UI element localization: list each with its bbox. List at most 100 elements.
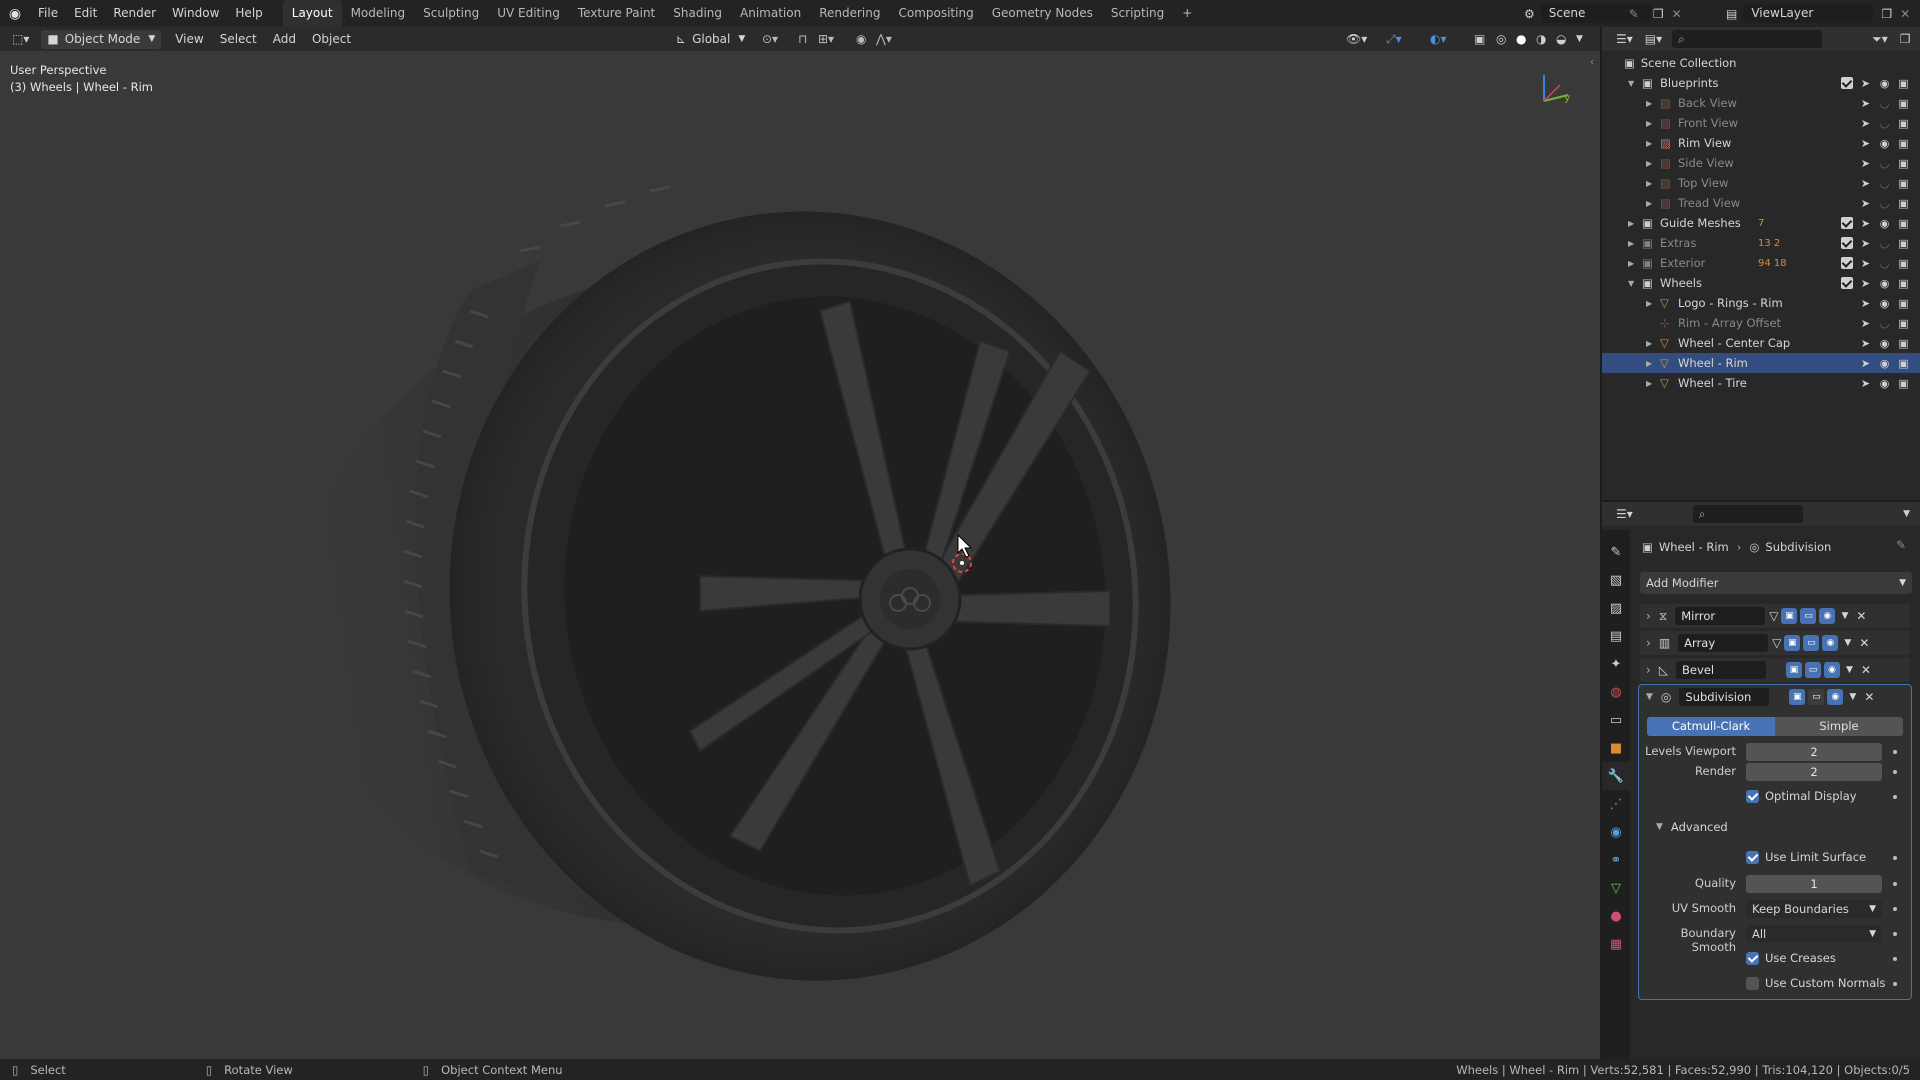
outliner-row[interactable]: ▼ ▣ Wheels ➤ ◉ ▣ [1602,273,1920,293]
select-arrow-icon[interactable]: ➤ [1859,137,1872,150]
camera-icon[interactable]: ▣ [1897,297,1910,310]
properties-search-input[interactable]: ⌕ [1692,505,1803,523]
new-view-layer-icon[interactable]: ❐ [1881,7,1892,21]
material-preview-icon[interactable]: ◑ [1536,32,1546,46]
camera-icon[interactable]: ▣ [1897,257,1910,270]
editor-type-icon[interactable]: ☰▾ [1616,32,1633,46]
eye-icon[interactable]: ◡ [1878,117,1891,130]
exclude-checkbox[interactable] [1841,217,1853,229]
render-toggle-icon[interactable]: ◉ [1824,662,1841,678]
editor-type-icon[interactable]: ☰▾ [1616,507,1633,521]
keyframe-dot-icon[interactable] [1893,750,1897,754]
eye-icon[interactable]: ◡ [1878,197,1891,210]
tab-texture[interactable]: ▦ [1602,930,1630,958]
keyframe-dot-icon[interactable] [1893,907,1897,911]
select-arrow-icon[interactable]: ➤ [1859,237,1872,250]
tab-animation[interactable]: Animation [731,0,810,27]
options-chevron-icon[interactable]: ▼ [1903,509,1910,519]
3d-viewport[interactable]: User Perspective (3) Wheels | Wheel - Ri… [0,51,1600,1059]
catmull-clark-button[interactable]: Catmull-Clark [1647,717,1775,736]
visibility-selectability-icon[interactable]: 👁▾ [1346,32,1367,46]
tab-sculpting[interactable]: Sculpting [414,0,488,27]
tab-modeling[interactable]: Modeling [342,0,415,27]
outliner-row[interactable]: ▶ ▽ Wheel - Tire ➤ ◉ ▣ [1602,373,1920,393]
use-limit-surface-checkbox[interactable]: Use Limit Surface [1746,850,1866,864]
gizmo-toggle-icon[interactable]: ⤢▾ [1386,32,1402,47]
tab-layout[interactable]: Layout [282,0,342,27]
tab-shading[interactable]: Shading [664,0,731,27]
dropdown-chevron-icon[interactable]: ▼ [1844,638,1851,648]
camera-icon[interactable]: ▣ [1897,157,1910,170]
edit-mode-toggle-icon[interactable]: ▣ [1789,689,1806,705]
keyframe-dot-icon[interactable] [1893,856,1897,860]
expand-chevron-icon[interactable]: ▶ [1646,99,1652,108]
tab-constraints[interactable]: ⚭ [1602,846,1630,874]
modifier-name-field[interactable]: Bevel [1676,661,1767,679]
tab-object[interactable]: ■ [1602,734,1630,762]
scene-selector[interactable]: ⚙ Scene ✎ ❐ ✕ [1524,3,1682,24]
select-arrow-icon[interactable]: ➤ [1859,297,1872,310]
boundary-smooth-dropdown[interactable]: All ▼ [1746,925,1882,943]
tab-collection[interactable]: ▭ [1602,706,1630,734]
add-workspace-icon[interactable]: + [1173,0,1201,27]
keyframe-dot-icon[interactable] [1893,795,1897,799]
menu-add[interactable]: Add [265,27,304,51]
remove-modifier-icon[interactable]: ✕ [1861,663,1871,677]
eye-icon[interactable]: ◡ [1878,317,1891,330]
expand-chevron-icon[interactable]: ▶ [1646,179,1652,188]
expand-chevron-icon[interactable]: ▶ [1628,259,1634,268]
outliner-row[interactable]: ▶ ▨ Rim View ➤ ◉ ▣ [1602,133,1920,153]
xray-toggle-icon[interactable]: ▣ [1474,32,1485,46]
keyframe-dot-icon[interactable] [1893,882,1897,886]
exclude-checkbox[interactable] [1841,237,1853,249]
solid-shading-icon[interactable]: ● [1516,32,1526,46]
camera-icon[interactable]: ▣ [1897,237,1910,250]
render-toggle-icon[interactable]: ◉ [1822,635,1839,651]
keyframe-dot-icon[interactable] [1893,982,1897,986]
outliner-row[interactable]: ▶ ▨ Side View ➤ ◡ ▣ [1602,153,1920,173]
display-mode-icon[interactable]: ▤▾ [1645,32,1662,46]
outliner-row[interactable]: ▶ ▨ Top View ➤ ◡ ▣ [1602,173,1920,193]
outliner-row-scene-collection[interactable]: ▣ Scene Collection [1602,53,1920,73]
viewport-toggle-icon[interactable]: ▭ [1803,635,1820,651]
view-layer-selector[interactable]: ▤ ViewLayer ❐ ✕ [1726,3,1910,24]
checkbox-checked-icon[interactable] [1746,850,1759,864]
snap-icon[interactable]: ⊓ [798,32,807,46]
quality-field[interactable]: 1 [1746,875,1882,893]
modifier-name-field[interactable]: Subdivision [1679,688,1770,706]
modifier-panel-bevel[interactable]: › ◺ Bevel ▣ ▭ ◉ ▼ ✕ [1640,658,1910,682]
dropdown-chevron-icon[interactable]: ▼ [1849,692,1856,702]
select-arrow-icon[interactable]: ➤ [1859,257,1872,270]
outliner-search-input[interactable]: ⌕ [1672,30,1823,48]
outliner-row[interactable]: ▶ ▨ Front View ➤ ◡ ▣ [1602,113,1920,133]
eye-icon[interactable]: ◡ [1878,97,1891,110]
outliner-row[interactable]: ▶ ▣ Guide Meshes 7 ➤ ◉ ▣ [1602,213,1920,233]
pin-icon[interactable]: ✎ [1896,538,1906,552]
delete-view-layer-icon[interactable]: ✕ [1900,7,1910,21]
use-custom-normals-checkbox[interactable]: Use Custom Normals [1746,976,1885,990]
tab-texture-paint[interactable]: Texture Paint [569,0,664,27]
menu-window[interactable]: Window [164,0,227,27]
camera-icon[interactable]: ▣ [1897,97,1910,110]
object-mode-dropdown[interactable]: ■ Object Mode ▼ [41,29,162,49]
outliner-row[interactable]: ▶ ▨ Back View ➤ ◡ ▣ [1602,93,1920,113]
select-arrow-icon[interactable]: ➤ [1859,277,1872,290]
remove-modifier-icon[interactable]: ✕ [1864,690,1874,704]
checkbox-checked-icon[interactable] [1746,789,1759,803]
edit-mode-toggle-icon[interactable]: ▣ [1781,608,1798,624]
camera-icon[interactable]: ▣ [1897,217,1910,230]
tab-tool[interactable]: ✎ [1602,538,1630,566]
keyframe-dot-icon[interactable] [1893,770,1897,774]
select-arrow-icon[interactable]: ➤ [1859,177,1872,190]
eye-icon[interactable]: ◡ [1878,157,1891,170]
outliner-row[interactable]: ▶ ▨ Tread View ➤ ◡ ▣ [1602,193,1920,213]
exclude-checkbox[interactable] [1841,77,1853,89]
select-arrow-icon[interactable]: ➤ [1859,197,1872,210]
eye-icon[interactable]: ◉ [1878,277,1891,290]
transform-orientation-dropdown[interactable]: ⊾ Global ▼ [676,27,745,51]
tab-modifiers[interactable]: 🔧 [1602,762,1630,790]
proportional-falloff-icon[interactable]: ⋀▾ [876,32,892,46]
view-layer-name-field[interactable]: ViewLayer [1743,4,1874,23]
camera-icon[interactable]: ▣ [1897,357,1910,370]
exclude-checkbox[interactable] [1841,277,1853,289]
